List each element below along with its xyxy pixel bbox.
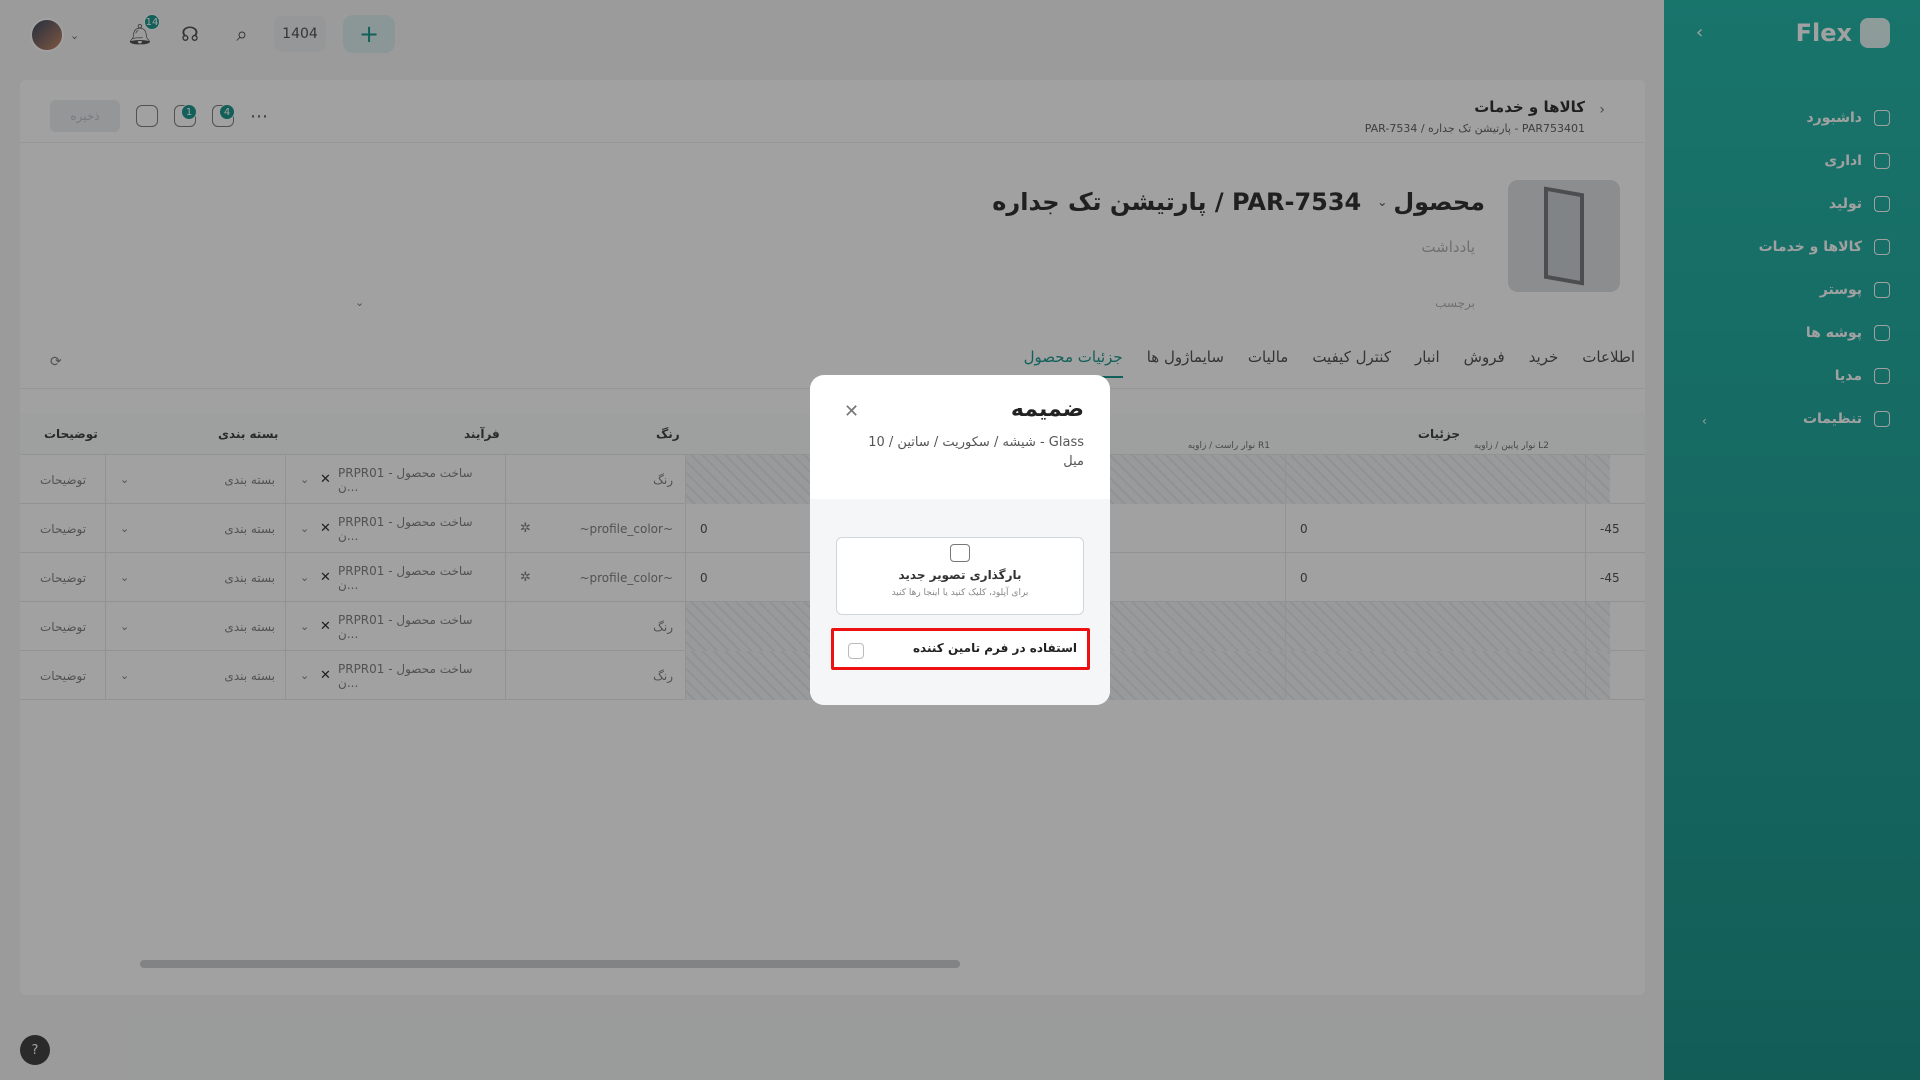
upload-title: بارگذاری تصویر جدید <box>898 568 1022 582</box>
close-icon[interactable]: ✕ <box>844 401 859 422</box>
modal-title: ضمیمه <box>1010 397 1084 422</box>
supplier-form-label: استفاده در فرم تامین کننده <box>912 641 1077 655</box>
supplier-form-option[interactable]: استفاده در فرم تامین کننده <box>831 628 1090 670</box>
upload-image-dropzone[interactable]: بارگذاری تصویر جدید برای آپلود، کلیک کنی… <box>836 537 1084 615</box>
image-add-icon <box>950 544 970 562</box>
upload-hint: برای آپلود، کلیک کنید یا اینجا رها کنید <box>891 588 1029 598</box>
modal-subtitle: Glass - شیشه / سکوریت / ساتین / 10 میل <box>868 435 1084 469</box>
supplier-form-checkbox[interactable] <box>848 643 864 659</box>
